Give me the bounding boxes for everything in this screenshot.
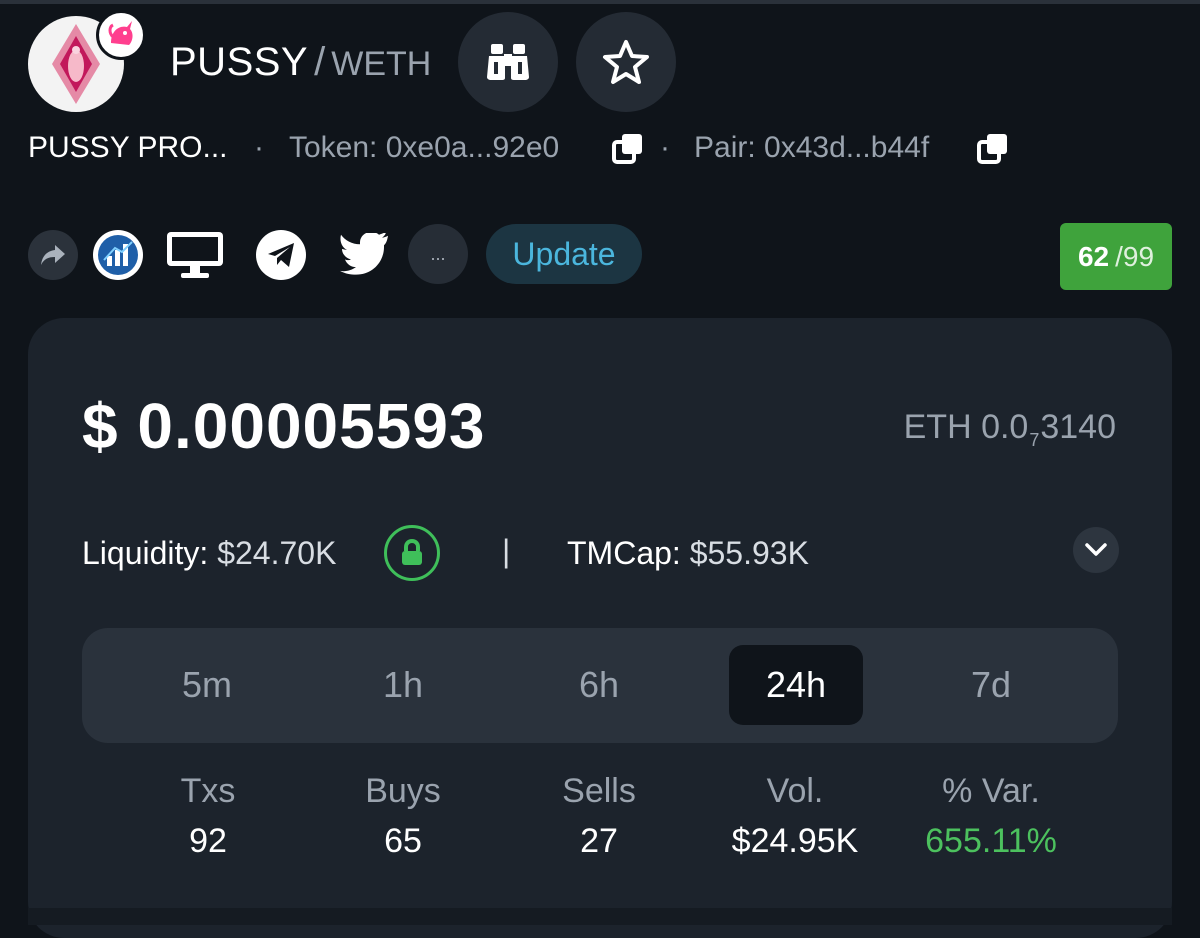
watchlist-button[interactable]: [458, 12, 558, 112]
pair-separator: /: [314, 40, 326, 84]
telegram-link[interactable]: [256, 230, 306, 280]
share-button[interactable]: [28, 230, 78, 280]
tab-7d[interactable]: 7d: [924, 645, 1058, 725]
uniswap-unicorn-icon: [96, 10, 146, 60]
twitter-icon: [340, 233, 388, 275]
stat-volume: Vol. $24.95K: [700, 770, 890, 862]
tab-24h[interactable]: 24h: [729, 645, 863, 725]
eth-price-prefix: ETH 0.0: [903, 408, 1029, 446]
stat-value: 655.11%: [925, 822, 1057, 860]
separator-dot: ·: [660, 131, 670, 164]
stat-divider: |: [502, 533, 511, 569]
separator-dot: ·: [254, 131, 264, 164]
pair-title: PUSSY / WETH: [170, 38, 431, 88]
website-link[interactable]: [164, 230, 226, 280]
chart-icon: [98, 235, 138, 275]
copy-icon[interactable]: [612, 132, 644, 164]
update-button[interactable]: Update: [486, 224, 642, 284]
star-icon: [603, 40, 649, 84]
liquidity-value: $24.70K: [217, 535, 337, 571]
top-border: [0, 0, 1200, 4]
stat-txs: Txs 92: [113, 770, 303, 862]
copy-icon[interactable]: [977, 132, 1009, 164]
monitor-icon: [167, 232, 223, 278]
stat-label: Buys: [365, 772, 441, 810]
pair-address[interactable]: Pair: 0x43d...b44f: [694, 130, 929, 166]
share-icon: [41, 245, 65, 265]
card-footer: [28, 908, 1172, 925]
score-badge: 62/99: [1060, 223, 1172, 290]
base-symbol: PUSSY: [170, 40, 309, 84]
stat-value: 27: [580, 822, 618, 860]
quote-symbol: WETH: [331, 45, 432, 83]
eth-price: ETH 0.073140: [904, 408, 1116, 451]
twitter-link[interactable]: [336, 230, 392, 280]
liquidity: Liquidity: $24.70K: [82, 533, 336, 573]
token-name: PUSSY PRO...: [28, 131, 228, 164]
stat-variation: % Var. 655.11%: [896, 770, 1086, 862]
stat-value: 65: [384, 822, 422, 860]
score-max: /99: [1115, 240, 1155, 272]
expand-button[interactable]: [1073, 527, 1119, 573]
stat-label: Sells: [562, 772, 636, 810]
stat-label: Vol.: [766, 772, 824, 810]
market-cap: TMCap: $55.93K: [567, 533, 809, 573]
chevron-down-icon: [1085, 543, 1107, 556]
liquidity-label: Liquidity:: [82, 535, 209, 571]
stat-label: % Var.: [942, 772, 1040, 810]
tab-6h[interactable]: 6h: [532, 645, 666, 725]
tab-5m[interactable]: 5m: [140, 645, 274, 725]
stat-value: $24.95K: [731, 822, 859, 860]
tab-1h[interactable]: 1h: [336, 645, 470, 725]
mcap-label: TMCap:: [567, 535, 681, 571]
binoculars-icon: [487, 44, 529, 80]
eth-price-zero-count: 7: [1029, 430, 1040, 450]
lock-icon[interactable]: [384, 525, 440, 581]
telegram-icon: [268, 243, 294, 267]
stat-value: 92: [189, 822, 227, 860]
mcap-value: $55.93K: [689, 535, 809, 571]
more-button[interactable]: ...: [408, 224, 468, 284]
stat-label: Txs: [180, 772, 236, 810]
stat-buys: Buys 65: [308, 770, 498, 862]
token-address[interactable]: Token: 0xe0a...92e0: [289, 130, 559, 166]
usd-price: $ 0.00005593: [82, 390, 486, 462]
stat-sells: Sells 27: [504, 770, 694, 862]
chart-link[interactable]: [93, 230, 143, 280]
favorite-button[interactable]: [576, 12, 676, 112]
score-value: 62: [1077, 240, 1110, 272]
eth-price-digits: 3140: [1040, 408, 1116, 446]
timeframe-tabs: 5m 1h 6h 24h 7d: [82, 628, 1118, 743]
